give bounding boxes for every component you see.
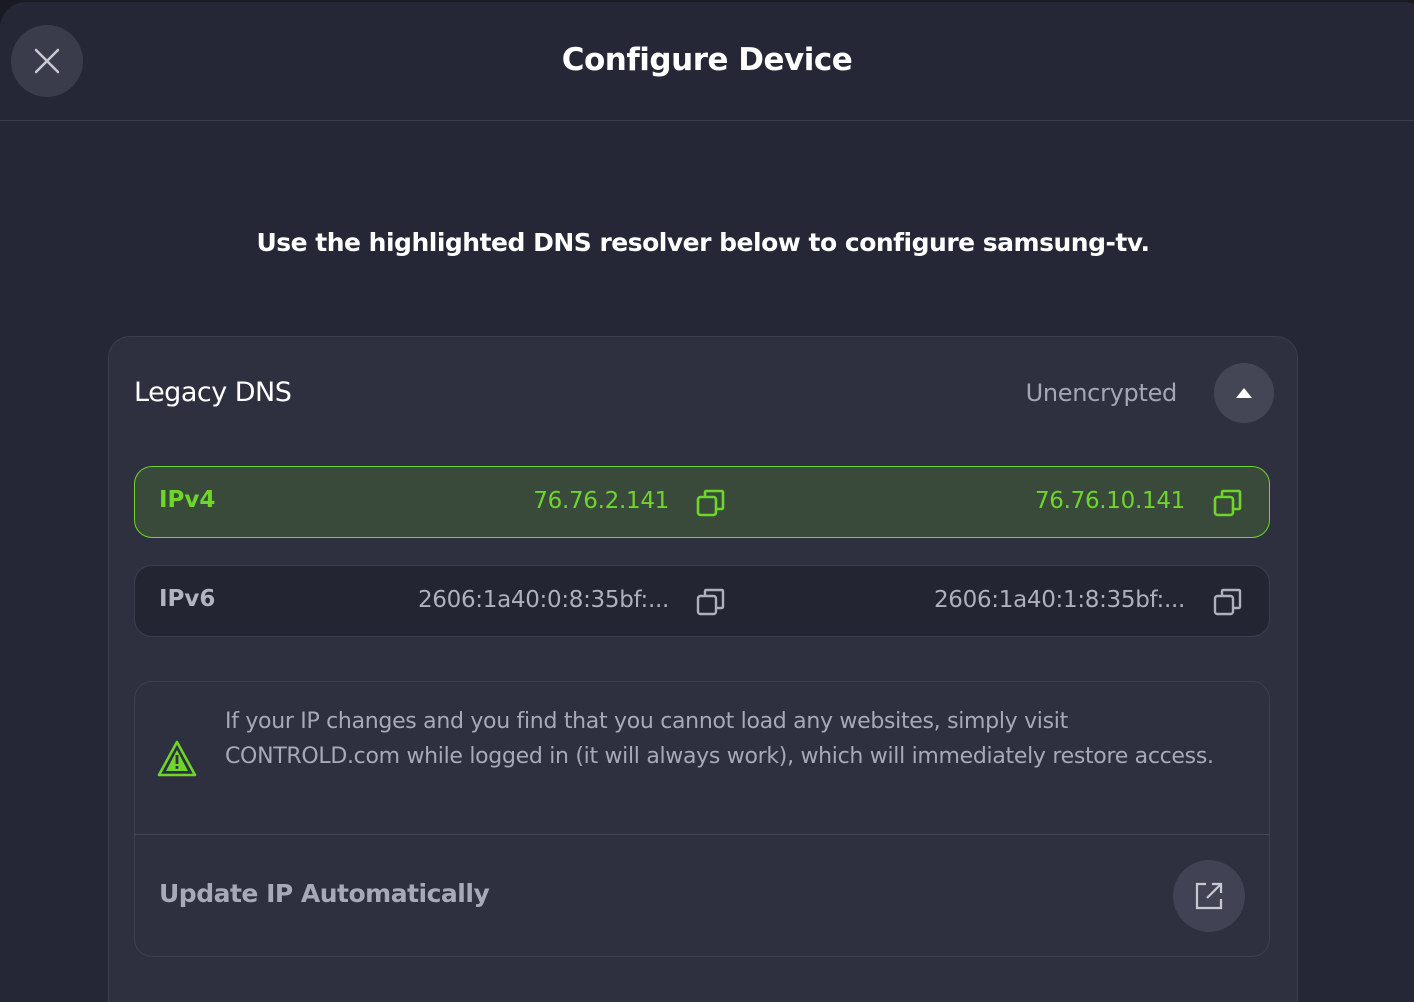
copy-icon [1213,588,1242,616]
ipv6-secondary-address: 2606:1a40:1:8:35bf:... [933,587,1185,613]
encryption-status: Unencrypted [1025,379,1178,407]
copy-icon [696,588,725,616]
update-ip-label: Update IP Automatically [159,879,490,908]
ipv6-label: IPv6 [159,586,216,612]
configure-device-modal: Configure Device Use the highlighted DNS… [0,2,1414,1002]
page-title: Configure Device [561,42,853,78]
copy-icon [696,489,725,517]
warning-icon [157,740,197,777]
notice-text: If your IP changes and you find that you… [225,709,1214,769]
ipv4-secondary-address: 76.76.10.141 [1034,488,1185,514]
collapse-button[interactable] [1214,363,1274,423]
update-ip-button[interactable] [1173,860,1245,932]
ipv6-primary-address: 2606:1a40:0:8:35bf:... [417,587,669,613]
notice-divider [135,834,1269,835]
copy-ipv6-primary-button[interactable] [696,587,726,617]
ipv4-label: IPv4 [159,487,216,513]
legacy-dns-card: Legacy DNS Unencrypted IPv4 76.76.2.141 … [108,336,1298,1002]
ipv4-primary-address: 76.76.2.141 [533,488,669,514]
ip-change-notice: If your IP changes and you find that you… [134,681,1270,957]
external-link-icon [1195,882,1223,910]
copy-ipv4-primary-button[interactable] [696,488,726,518]
copy-ipv4-secondary-button[interactable] [1213,488,1243,518]
modal-header: Configure Device [0,2,1414,121]
ipv4-row: IPv4 76.76.2.141 76.76.10.141 [134,466,1270,538]
copy-ipv6-secondary-button[interactable] [1213,587,1243,617]
instruction-text: Use the highlighted DNS resolver below t… [256,228,1150,257]
ipv6-row: IPv6 2606:1a40:0:8:35bf:... 2606:1a40:1:… [134,565,1270,637]
chevron-up-icon [1236,388,1252,398]
card-title: Legacy DNS [134,377,292,408]
copy-icon [1213,489,1242,517]
